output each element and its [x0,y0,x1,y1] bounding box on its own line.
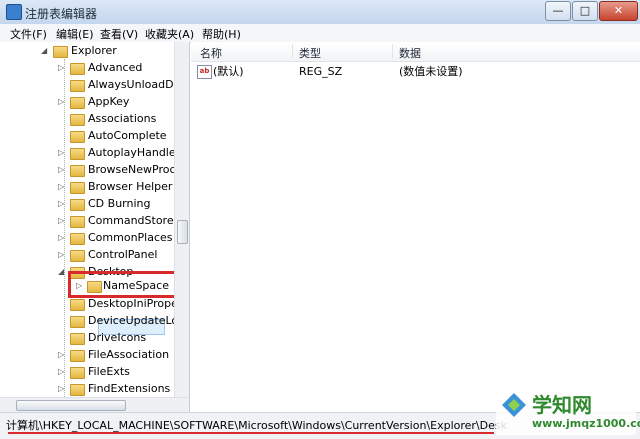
tree-item-label: CD Burning [88,197,151,210]
menu-bar: 文件(F) 编辑(E) 查看(V) 收藏夹(A) 帮助(H) [0,24,640,43]
folder-icon [70,333,85,345]
watermark-title: 学知网 [532,393,592,417]
folder-icon [70,97,85,109]
title-bar: 注册表编辑器 — □ ✕ [0,0,640,25]
collapsed-arrow-icon[interactable]: ▷ [58,144,64,161]
tree-item-label: FileAssociation [88,348,170,361]
maximize-button[interactable]: □ [572,1,598,21]
folder-icon [70,316,85,328]
regedit-app-icon [6,4,22,20]
folder-icon [70,367,85,379]
folder-icon [70,131,85,143]
collapsed-arrow-icon[interactable]: ▷ [58,59,64,76]
menu-edit[interactable]: 编辑(E) [56,26,94,42]
value-type: REG_SZ [299,65,343,78]
close-button[interactable]: ✕ [599,1,638,21]
tree-item-label: AutoComplete [88,129,167,142]
folder-icon [70,148,85,160]
menu-favorites[interactable]: 收藏夹(A) [145,26,194,42]
column-header-data[interactable]: 数据 [399,45,421,61]
folder-icon [70,199,85,211]
tree-item-label: Advanced [88,61,143,74]
tree-item-label: AlwaysUnloadDLL [88,78,186,91]
collapsed-arrow-icon[interactable]: ▷ [58,229,64,246]
collapsed-arrow-icon[interactable]: ▷ [58,161,64,178]
watermark: 学知网 www.jmqz1000.com [496,389,640,435]
folder-icon [70,384,85,396]
value-data: (数值未设置) [399,65,463,78]
menu-file[interactable]: 文件(F) [10,26,47,42]
tree-item-label: DriveIcons [88,331,147,344]
tree-item-label: ControlPanel [88,248,158,261]
tree-item-label: Browser Helper C [88,180,184,193]
list-item[interactable]: ab (默认) REG_SZ (数值未设置) [191,63,640,80]
collapsed-arrow-icon[interactable]: ▷ [58,380,64,397]
folder-icon [70,216,85,228]
string-value-icon: ab [197,65,212,79]
folder-icon [70,233,85,245]
horizontal-scroll-thumb[interactable] [16,400,126,411]
tree-item-label: CommandStore [88,214,174,227]
column-header-type[interactable]: 类型 [299,45,321,61]
tree-item-label: Explorer [71,44,117,57]
collapsed-arrow-icon[interactable]: ▷ [58,178,64,195]
tree-item-label: AutoplayHandlers [88,146,186,159]
tree-item-label: Associations [88,112,157,125]
tree-item-label: FindExtensions [88,382,171,395]
minimize-button[interactable]: — [545,1,571,21]
folder-icon [70,299,85,311]
red-annotation-box [68,271,182,298]
folder-icon [70,182,85,194]
folder-icon [70,250,85,262]
watermark-url: www.jmqz1000.com [532,417,640,430]
folder-open-icon [53,46,68,58]
folder-icon [70,165,85,177]
column-divider[interactable] [292,44,293,58]
collapsed-arrow-icon[interactable]: ▷ [58,246,64,263]
folder-icon [70,350,85,362]
watermark-logo-icon [502,393,526,417]
tree-item-label: FileExts [88,365,130,378]
vertical-scroll-thumb[interactable] [177,220,188,244]
column-header-name[interactable]: 名称 [200,45,222,61]
collapsed-arrow-icon[interactable]: ▷ [58,195,64,212]
folder-icon [70,80,85,92]
tree-item-label: CommonPlaces [88,231,173,244]
folder-icon [70,63,85,75]
collapsed-arrow-icon[interactable]: ▷ [58,93,64,110]
column-divider[interactable] [392,44,393,58]
folder-icon [70,114,85,126]
tree-horizontal-scrollbar[interactable] [0,397,189,412]
menu-view[interactable]: 查看(V) [100,26,138,42]
values-list-header: 名称 类型 数据 [191,42,640,62]
tree-item-label: BrowseNewProce [88,163,183,176]
menu-help[interactable]: 帮助(H) [202,26,241,42]
window-title: 注册表编辑器 [25,7,98,21]
tree-item-label: DesktopIniProper [88,297,183,310]
collapsed-arrow-icon[interactable]: ▷ [58,363,64,380]
expanded-arrow-icon[interactable]: ◢ [58,263,64,280]
registry-tree[interactable]: ◢ Explorer ▷ Advanced AlwaysUnloadDLL ▷ … [0,42,190,412]
registry-path-text: 计算机\HKEY_LOCAL_MACHINE\SOFTWARE\Microsof… [6,419,506,432]
collapsed-arrow-icon[interactable]: ▷ [58,212,64,229]
collapsed-arrow-icon[interactable]: ▷ [58,346,64,363]
tree-vertical-scrollbar[interactable] [174,42,189,397]
red-annotation-underline [8,432,494,434]
expanded-arrow-icon[interactable]: ◢ [41,42,47,59]
tree-item-label: AppKey [88,95,130,108]
value-name: (默认) [213,65,244,78]
